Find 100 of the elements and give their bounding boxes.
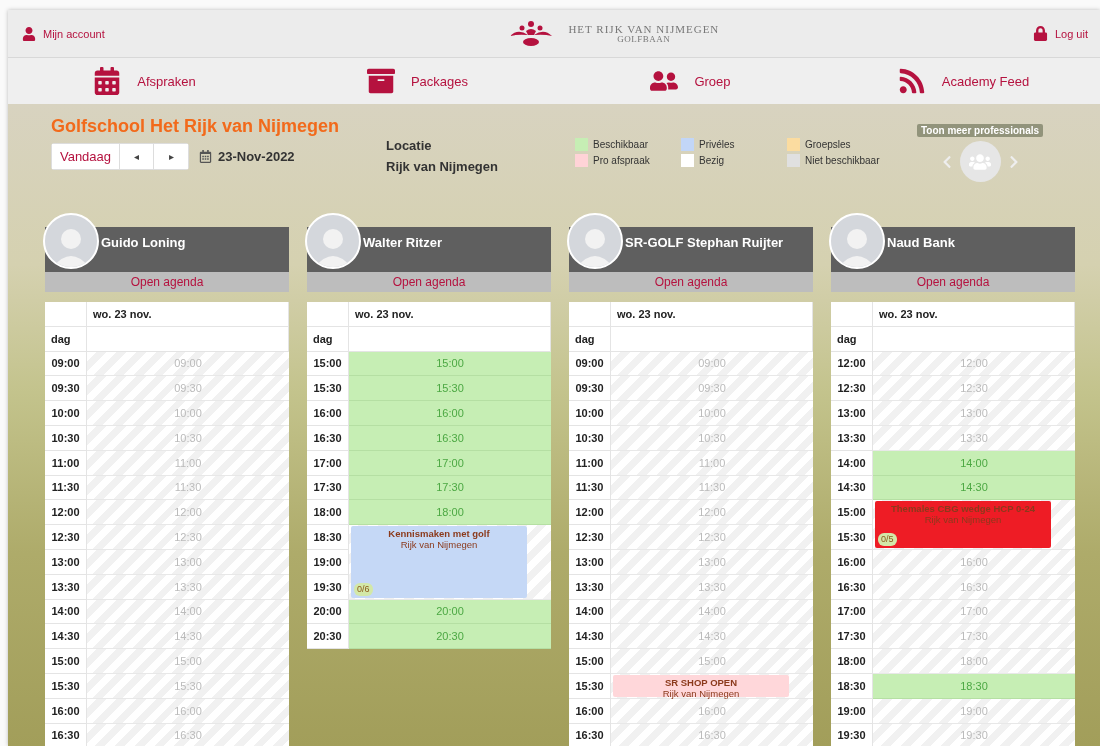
unavailable-slot: 12:30 <box>87 525 289 550</box>
professional-name: Guido Loning <box>101 235 186 250</box>
available-slot[interactable]: 17:00 <box>349 450 551 476</box>
event-title: SR SHOP OPEN <box>664 676 738 688</box>
dag-label: dag <box>831 326 873 352</box>
available-slot[interactable]: 16:30 <box>349 426 551 451</box>
available-slot[interactable]: 15:00 <box>349 351 551 377</box>
unavailable-slot: 12:00 <box>87 500 289 526</box>
calendar-icon <box>199 150 212 163</box>
unavailable-slot: 14:00 <box>611 599 813 625</box>
professional-name: SR-GOLF Stephan Ruijter <box>625 235 784 250</box>
unavailable-slot: 10:00 <box>87 401 289 426</box>
open-agenda-link[interactable]: Open agenda <box>307 272 551 292</box>
unavailable-slot: 19:30 <box>873 723 1075 746</box>
account-link[interactable]: Mijn account <box>22 26 105 41</box>
lock-icon <box>1032 26 1048 41</box>
professional-name: Walter Ritzer <box>363 235 442 250</box>
unavailable-slot: 14:30 <box>87 624 289 650</box>
unavailable-slot: 09:30 <box>611 376 813 402</box>
time-label: 19:30 <box>307 574 349 600</box>
available-slot[interactable]: 18:00 <box>349 500 551 526</box>
unavailable-slot: 13:00 <box>87 549 289 575</box>
event-location: Rijk van Nijmegen <box>924 514 1002 526</box>
unavailable-slot: 14:00 <box>87 599 289 625</box>
group-button[interactable] <box>959 141 1001 182</box>
logo-text: HET RIJK VAN NIJMEGEN <box>568 23 720 34</box>
unavailable-slot: 10:00 <box>611 401 813 426</box>
unavailable-slot: 16:30 <box>873 574 1075 600</box>
nav-item[interactable]: Groep <box>554 58 827 104</box>
unavailable-slot: 16:30 <box>611 723 813 746</box>
unavailable-slot: 10:30 <box>87 426 289 451</box>
unavailable-slot: 14:30 <box>611 624 813 650</box>
dag-label: dag <box>45 326 87 352</box>
unavailable-slot: 16:00 <box>873 549 1075 575</box>
user-icon <box>22 26 36 41</box>
available-slot[interactable]: 15:30 <box>349 376 551 402</box>
unavailable-slot: 15:00 <box>611 649 813 674</box>
open-agenda-link[interactable]: Open agenda <box>45 272 289 292</box>
logo-subtext: GOLFBAAN <box>617 33 671 44</box>
unavailable-slot: 13:30 <box>873 426 1075 451</box>
nav-item[interactable]: Afspraken <box>8 58 281 104</box>
unavailable-slot: 12:00 <box>873 351 1075 377</box>
unavailable-slot: 13:00 <box>873 401 1075 426</box>
available-slot[interactable]: 14:00 <box>873 450 1075 476</box>
event-title: Kennismaken met golf <box>388 528 490 540</box>
event-block[interactable]: Themales CBG wedge HCP 0-24 Rijk van Nijmegen 0/5 <box>875 501 1051 548</box>
today-button[interactable]: Vandaag <box>52 144 120 169</box>
more-professionals-label: Toon meer professionals <box>916 124 1044 137</box>
event-location: Rijk van Nijmegen <box>400 539 478 551</box>
unavailable-slot: 16:00 <box>87 698 289 724</box>
unavailable-slot: 11:00 <box>87 450 289 476</box>
unavailable-slot: 12:30 <box>611 525 813 550</box>
available-slot[interactable]: 18:30 <box>873 673 1075 699</box>
open-agenda-link[interactable]: Open agenda <box>831 272 1075 292</box>
avatar-placeholder <box>43 213 99 269</box>
event-block[interactable]: Kennismaken met golf Rijk van Nijmegen 0/6 <box>351 526 527 598</box>
nav-item[interactable]: Academy Feed <box>827 58 1100 104</box>
unavailable-slot: 09:00 <box>87 351 289 377</box>
available-slot[interactable]: 20:30 <box>349 624 551 650</box>
avatar-placeholder <box>567 213 623 269</box>
calendar-icon <box>93 67 122 95</box>
nav-item[interactable]: Packages <box>281 58 554 104</box>
page-title: Golfschool Het Rijk van Nijmegen <box>51 116 341 137</box>
unavailable-slot: 16:00 <box>611 698 813 724</box>
rss-icon <box>897 67 926 95</box>
legend-label: Privéles <box>699 139 735 150</box>
location-label: Locatie <box>386 138 433 153</box>
unavailable-slot: 13:30 <box>87 574 289 600</box>
unavailable-slot: 18:00 <box>873 649 1075 674</box>
available-slot[interactable]: 17:30 <box>349 475 551 501</box>
participant-count: 0/5 <box>878 532 897 546</box>
avatar-placeholder <box>829 213 885 269</box>
legend-label: Bezig <box>699 155 724 166</box>
event-block[interactable]: SR SHOP OPEN Rijk van Nijmegen <box>613 674 789 697</box>
unavailable-slot: 17:30 <box>873 624 1075 650</box>
unavailable-slot: 16:30 <box>87 723 289 746</box>
day-header: wo. 23 nov. <box>611 302 813 327</box>
unavailable-slot: 11:30 <box>87 475 289 501</box>
unavailable-slot: 11:00 <box>611 450 813 476</box>
available-slot[interactable]: 16:00 <box>349 401 551 426</box>
unavailable-slot: 12:00 <box>611 500 813 526</box>
unavailable-slot: 10:30 <box>611 426 813 451</box>
unavailable-slot: 13:30 <box>611 574 813 600</box>
dag-label: dag <box>569 326 611 352</box>
location-value: Rijk van Nijmegen <box>386 159 499 174</box>
unavailable-slot: 13:00 <box>611 549 813 575</box>
avatar-placeholder <box>305 213 361 269</box>
open-agenda-link[interactable]: Open agenda <box>569 272 813 292</box>
dag-label: dag <box>307 326 349 352</box>
legend-label: Pro afspraak <box>593 155 650 166</box>
unavailable-slot: 09:30 <box>87 376 289 402</box>
professional-name: Naud Bank <box>887 235 955 250</box>
unavailable-slot: 11:30 <box>611 475 813 501</box>
legend-label: Niet beschikbaar <box>805 155 880 166</box>
logout-link[interactable]: Log uit <box>1032 26 1088 41</box>
unavailable-slot: 17:00 <box>873 599 1075 625</box>
available-slot[interactable]: 14:30 <box>873 475 1075 501</box>
participant-count: 0/6 <box>354 582 373 596</box>
time-label: 19:00 <box>307 549 349 575</box>
available-slot[interactable]: 20:00 <box>349 599 551 625</box>
